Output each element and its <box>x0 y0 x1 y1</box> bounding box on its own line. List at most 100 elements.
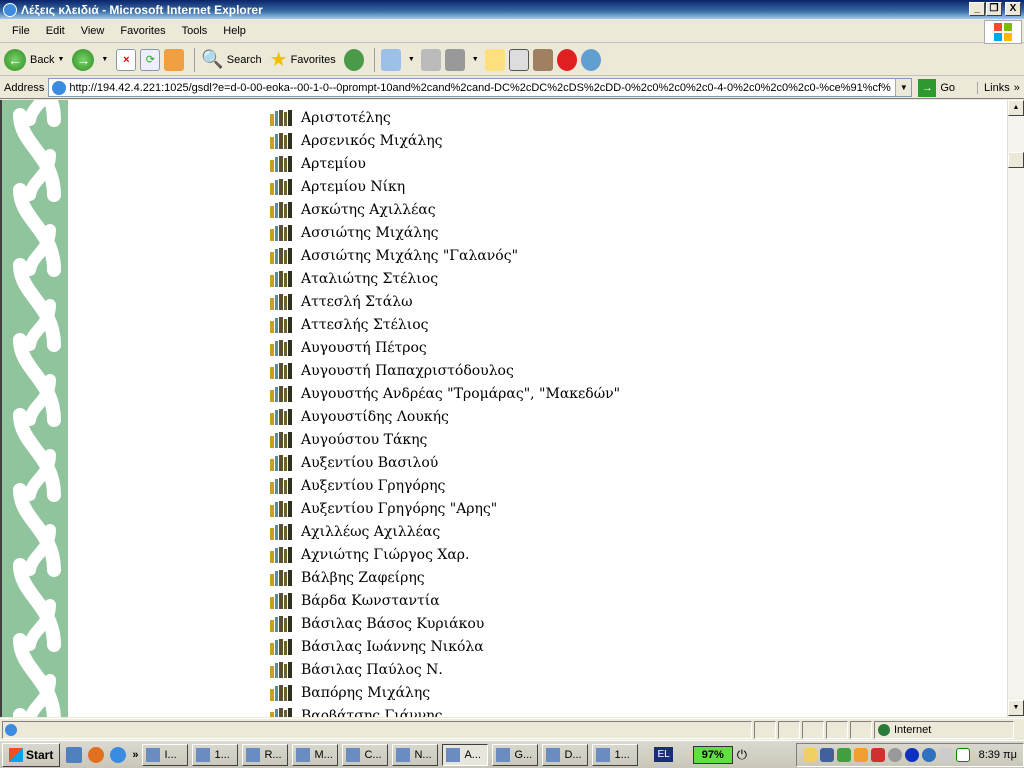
list-item[interactable]: Αρτεμίου Νίκη <box>270 175 620 198</box>
minimize-button[interactable]: _ <box>969 2 985 16</box>
taskbar-button[interactable]: 1... <box>192 743 239 766</box>
sync-tray-icon[interactable] <box>836 747 851 762</box>
maximize-button[interactable]: ❐ <box>986 2 1002 16</box>
ie-quicklaunch-icon[interactable] <box>110 746 127 763</box>
list-item[interactable]: Αυγουστή Πέτρος <box>270 336 620 359</box>
list-item-label[interactable]: Βάσιλας Βάσος Κυριάκου <box>301 616 484 632</box>
history-icon[interactable] <box>343 48 364 71</box>
list-item[interactable]: Βαρβάτσης Γιάννης <box>270 704 620 717</box>
refresh-icon[interactable]: ⟳ <box>140 48 161 71</box>
list-item[interactable]: Αρτεμίου <box>270 152 620 175</box>
start-button[interactable]: Start <box>2 742 61 767</box>
list-item-label[interactable]: Αττεσλής Στέλιος <box>301 317 429 333</box>
list-item-label[interactable]: Αττεσλή Στάλω <box>301 294 413 310</box>
close-button[interactable]: X <box>1005 2 1021 16</box>
list-item-label[interactable]: Αυγούστου Τάκης <box>301 432 427 448</box>
taskbar-button[interactable]: A... <box>442 743 489 766</box>
list-item[interactable]: Αυγουστή Παπαχριστόδουλος <box>270 359 620 382</box>
go-button[interactable]: → Go <box>918 78 955 97</box>
list-item[interactable]: Αυγουστίδης Λουκής <box>270 405 620 428</box>
list-item[interactable]: Βάσιλας Βάσος Κυριάκου <box>270 612 620 635</box>
menu-edit[interactable]: Edit <box>38 25 73 37</box>
messenger-device-icon[interactable] <box>508 48 529 71</box>
settings-tray-icon[interactable] <box>887 747 902 762</box>
list-item-label[interactable]: Αυγουστής Ανδρέας "Τρομάρας", "Μακεδών" <box>301 386 620 402</box>
list-item[interactable]: Αυξεντίου Γρηγόρης "Αρης" <box>270 497 620 520</box>
list-item-label[interactable]: Αχνιώτης Γιώργος Χαρ. <box>301 547 469 563</box>
menu-help[interactable]: Help <box>215 25 254 37</box>
scroll-down-icon[interactable]: ▼ <box>1008 700 1024 716</box>
menu-favorites[interactable]: Favorites <box>112 25 173 37</box>
vertical-scrollbar[interactable]: ▲ ▼ <box>1007 100 1024 717</box>
list-item[interactable]: Αχιλλέως Αχιλλέας <box>270 520 620 543</box>
list-item[interactable]: Αυγούστου Τάκης <box>270 428 620 451</box>
list-item-label[interactable]: Βαπόρης Μιχάλης <box>301 685 430 701</box>
list-item-label[interactable]: Αυξεντίου Γρηγόρης "Αρης" <box>301 501 497 517</box>
list-item-label[interactable]: Αρσενικός Μιχάλης <box>301 133 442 149</box>
list-item-label[interactable]: Ασκώτης Αχιλλέας <box>301 202 436 218</box>
menu-view[interactable]: View <box>73 25 113 37</box>
list-item[interactable]: Αυξεντίου Γρηγόρης <box>270 474 620 497</box>
menu-file[interactable]: File <box>4 25 38 37</box>
taskbar-button[interactable]: 1... <box>592 743 639 766</box>
mail-tray-icon[interactable] <box>802 747 817 762</box>
search-button[interactable]: 🔍 Search <box>201 49 261 70</box>
list-item[interactable]: Αυγουστής Ανδρέας "Τρομάρας", "Μακεδών" <box>270 382 620 405</box>
mail-icon[interactable] <box>380 48 401 71</box>
list-item-label[interactable]: Ασσιώτης Μιχάλης "Γαλανός" <box>301 248 518 264</box>
chevron-icon[interactable]: » <box>1014 82 1020 94</box>
desktop-icon[interactable] <box>66 746 83 763</box>
taskbar-button[interactable]: I... <box>142 743 189 766</box>
dropdown-icon[interactable]: ▼ <box>101 56 108 63</box>
record-icon[interactable] <box>556 48 577 71</box>
list-item[interactable]: Βάσιλας Παύλος Ν. <box>270 658 620 681</box>
scroll-thumb[interactable] <box>1008 152 1024 168</box>
taskbar-button[interactable]: N... <box>392 743 439 766</box>
list-item-label[interactable]: Βάλβης Ζαφείρης <box>301 570 425 586</box>
forward-button[interactable]: → ▼ <box>72 48 108 71</box>
home-icon[interactable] <box>164 48 185 71</box>
list-item-label[interactable]: Αυξεντίου Γρηγόρης <box>301 478 445 494</box>
vc-tray-icon[interactable] <box>955 747 970 762</box>
address-input[interactable]: http://194.42.4.221:1025/gsdl?e=d-0-00-e… <box>48 78 913 97</box>
update-tray-icon[interactable] <box>921 747 936 762</box>
taskbar-button[interactable]: M... <box>292 743 339 766</box>
network-tray-icon[interactable] <box>819 747 834 762</box>
scroll-up-icon[interactable]: ▲ <box>1008 100 1024 116</box>
favorites-button[interactable]: ★ Favorites <box>270 47 336 72</box>
list-item-label[interactable]: Βάσιλας Παύλος Ν. <box>301 662 443 678</box>
language-indicator[interactable]: EL <box>654 747 673 762</box>
list-item[interactable]: Αταλιώτης Στέλιος <box>270 267 620 290</box>
list-item-label[interactable]: Αταλιώτης Στέλιος <box>301 271 438 287</box>
list-item-label[interactable]: Βάσιλας Ιωάννης Νικόλα <box>301 639 484 655</box>
taskbar-button[interactable]: D... <box>542 743 589 766</box>
list-item[interactable]: Αυξεντίου Βασιλού <box>270 451 620 474</box>
dropdown-icon[interactable]: ▼ <box>57 56 64 63</box>
list-item[interactable]: Αττεσλής Στέλιος <box>270 313 620 336</box>
list-item[interactable]: Βαπόρης Μιχάλης <box>270 681 620 704</box>
list-item-label[interactable]: Αυγουστίδης Λουκής <box>301 409 449 425</box>
edit-icon[interactable] <box>444 48 465 71</box>
list-item-label[interactable]: Βάρδα Κωνσταντία <box>301 593 440 609</box>
list-item-label[interactable]: Αυγουστή Πέτρος <box>301 340 427 356</box>
list-item-label[interactable]: Αυξεντίου Βασιλού <box>301 455 438 471</box>
list-item-label[interactable]: Αρτεμίου Νίκη <box>301 179 405 195</box>
user-tray-icon[interactable] <box>870 747 885 762</box>
links-button[interactable]: Links <box>977 81 1010 94</box>
list-item-label[interactable]: Βαρβάτσης Γιάννης <box>301 708 442 718</box>
list-item[interactable]: Βάσιλας Ιωάννης Νικόλα <box>270 635 620 658</box>
menu-tools[interactable]: Tools <box>174 25 216 37</box>
audio-tray-icon[interactable] <box>904 747 919 762</box>
list-item[interactable]: Αριστοτέλης <box>270 106 620 129</box>
taskbar-button[interactable]: G... <box>492 743 539 766</box>
list-item[interactable]: Αρσενικός Μιχάλης <box>270 129 620 152</box>
taskbar-button[interactable]: R... <box>242 743 289 766</box>
address-dropdown-icon[interactable]: ▼ <box>895 79 912 96</box>
research-icon[interactable] <box>532 48 553 71</box>
list-item[interactable]: Ασσιώτης Μιχάλης <box>270 221 620 244</box>
stop-icon[interactable]: × <box>116 48 137 71</box>
list-item[interactable]: Βάρδα Κωνσταντία <box>270 589 620 612</box>
back-button[interactable]: ← Back ▼ <box>4 48 64 71</box>
messenger-icon[interactable] <box>580 48 601 71</box>
list-item[interactable]: Ασκώτης Αχιλλέας <box>270 198 620 221</box>
